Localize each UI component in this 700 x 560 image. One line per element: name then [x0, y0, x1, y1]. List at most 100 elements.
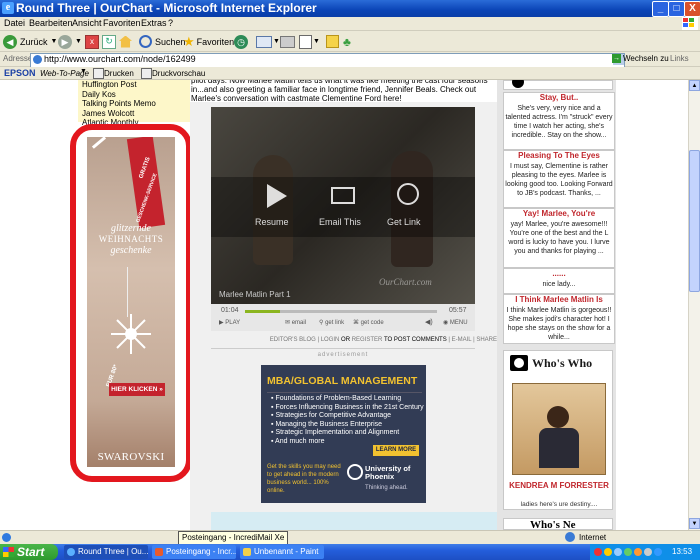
bottom-teaser [211, 512, 497, 530]
history-button[interactable]: ◷ [234, 33, 251, 50]
menu-ansicht[interactable]: Ansicht [72, 18, 102, 28]
comments-header [503, 80, 613, 90]
comment-card[interactable]: ...... nice lady... [503, 268, 615, 294]
maximize-button[interactable]: □ [668, 1, 685, 17]
blogroll-link[interactable]: Daily Kos [82, 90, 192, 100]
mba-ad[interactable]: MBA/GLOBAL MANAGEMENT ▪ Foundations of P… [261, 365, 426, 503]
menu-button[interactable]: ◉ MENU [443, 319, 468, 326]
close-button[interactable]: X [684, 1, 700, 17]
edit-button[interactable]: ▼ [299, 33, 320, 50]
tray-icon[interactable] [594, 548, 602, 556]
link-overlay-icon[interactable] [397, 183, 419, 205]
favorites-button[interactable]: ★ Favoriten [183, 33, 234, 50]
volume-icon[interactable]: ◀) [425, 318, 433, 326]
task-label: Posteingang - Incr... [166, 547, 236, 556]
profile-photo[interactable] [512, 383, 606, 475]
go-button[interactable]: Wechseln zu [623, 54, 669, 63]
links-label[interactable]: Links [670, 54, 689, 63]
home-button[interactable] [119, 33, 132, 50]
epson-print-button[interactable]: Drucken [104, 69, 134, 78]
tray-icon[interactable] [654, 548, 662, 556]
comment-card[interactable]: Stay, But.. She's very, very nice and a … [503, 92, 615, 150]
blogroll-link[interactable]: Huffington Post [82, 80, 192, 90]
vertical-scrollbar[interactable]: ▲ ▼ [688, 80, 700, 530]
address-input[interactable]: http://www.ourchart.com/node/162499 ▼ [30, 53, 625, 68]
tray-icon[interactable] [604, 548, 612, 556]
get-link-label: get link [325, 320, 345, 326]
learn-more-button[interactable]: LEARN MORE [373, 445, 419, 456]
forward-button[interactable]: ▶ ▼ [58, 33, 82, 50]
windows-logo-icon [3, 547, 14, 557]
scroll-up-button[interactable]: ▲ [689, 80, 700, 91]
register-link[interactable]: REGISTER [352, 337, 383, 343]
stop-button[interactable]: x [85, 33, 99, 50]
mail-button[interactable]: ▼ [256, 33, 280, 50]
mba-promo: Get the skills you may need to get ahead… [267, 464, 341, 494]
comment-title[interactable]: Stay, But.. [504, 93, 614, 102]
mail-app-icon [155, 548, 163, 556]
scroll-thumb[interactable] [689, 150, 700, 292]
comment-title[interactable]: I Think Marlee Matlin Is [504, 295, 614, 304]
tray-icon[interactable] [634, 548, 642, 556]
login-link[interactable]: LOGIN [321, 337, 340, 343]
blogroll-link[interactable]: Talking Points Memo [82, 99, 192, 109]
tray-icon[interactable] [644, 548, 652, 556]
refresh-button[interactable]: ↻ [102, 33, 116, 50]
comment-card[interactable]: Pleasing To The Eyes I must say, Clement… [503, 150, 615, 208]
whos-next-box: Who's Ne [503, 518, 613, 530]
chevron-down-icon[interactable]: ▼ [80, 68, 87, 75]
minimize-button[interactable]: _ [652, 1, 669, 17]
task-paint[interactable]: Unbenannt - Paint [240, 545, 324, 559]
status-bar: Posteingang - IncrediMail Xe Internet [0, 530, 700, 546]
tray-icon[interactable] [614, 548, 622, 556]
comment-title[interactable]: Yay! Marlee, You're [504, 209, 614, 218]
notes-button[interactable] [326, 33, 339, 50]
menu-datei[interactable]: Datei [4, 18, 25, 28]
menu-extras[interactable]: Extras [141, 18, 167, 28]
task-incredimail[interactable]: Posteingang - Incr... [152, 545, 236, 559]
scroll-down-button[interactable]: ▼ [689, 518, 700, 529]
menu-bearbeiten[interactable]: Bearbeiten [29, 18, 73, 28]
window-titlebar[interactable]: e Round Three | OurChart - Microsoft Int… [0, 0, 700, 17]
comment-card[interactable]: I Think Marlee Matlin Is I think Marlee … [503, 294, 615, 344]
editors-blog-link[interactable]: EDITOR'S BLOG [270, 337, 316, 343]
resume-button[interactable]: Resume [255, 217, 289, 227]
menu-bar: Datei Bearbeiten Ansicht Favoriten Extra… [0, 17, 700, 31]
comment-title[interactable]: ...... [504, 269, 614, 278]
university-tagline: Thinking ahead. [365, 485, 408, 491]
search-button[interactable]: Suchen [139, 33, 186, 50]
email-this-button[interactable]: Email This [319, 217, 361, 227]
print-button[interactable] [280, 33, 295, 50]
clock: 13:53 [672, 547, 693, 556]
task-ie[interactable]: Round Three | Ou... [64, 545, 148, 559]
blogroll-link[interactable]: James Wolcott [82, 109, 192, 119]
play-button[interactable]: ▶ PLAY [219, 319, 240, 326]
ad-cta-button[interactable]: HIER KLICKEN » [109, 383, 165, 396]
profile-name[interactable]: KENDREA M FORRESTER [504, 481, 614, 490]
snowflake-pendant-icon [111, 314, 151, 354]
start-button[interactable]: Start [0, 544, 58, 560]
swarovski-ad[interactable]: GRATIS GESCHENK-SERVICE glitzernde WEIHN… [87, 137, 175, 467]
mba-bullet: ▪ Foundations of Problem-Based Learning [271, 395, 402, 402]
get-link-control[interactable]: ⚲ get link [319, 319, 344, 326]
comment-title[interactable]: Pleasing To The Eyes [504, 151, 614, 160]
video-player[interactable]: Resume Email This Get Link Marlee Matlin… [211, 107, 475, 331]
get-code-button[interactable]: ⌘ get code [353, 319, 384, 326]
epson-preview-button[interactable]: Druckvorschau [152, 69, 205, 78]
comment-card[interactable]: Yay! Marlee, You're yay! Marlee, you're … [503, 208, 615, 268]
seek-bar[interactable] [245, 310, 437, 313]
email-link[interactable]: E-MAIL [452, 337, 472, 343]
menu-favoriten[interactable]: Favoriten [103, 18, 141, 28]
tray-icon[interactable] [624, 548, 632, 556]
email-button[interactable]: ✉ email [285, 319, 306, 326]
whos-who-box: Who's Who KENDREA M FORRESTER ladies her… [503, 350, 613, 510]
messenger-button[interactable]: ♣ [343, 33, 351, 50]
get-link-button[interactable]: Get Link [387, 217, 421, 227]
back-button[interactable]: ◀ Zurück ▼ [3, 33, 57, 50]
overlay-band [211, 177, 475, 237]
go-arrow-icon[interactable]: → [612, 54, 621, 63]
play-overlay-icon[interactable] [267, 184, 287, 208]
share-link[interactable]: SHARE [476, 337, 497, 343]
menu-help[interactable]: ? [168, 18, 173, 28]
email-overlay-icon[interactable] [331, 187, 355, 204]
